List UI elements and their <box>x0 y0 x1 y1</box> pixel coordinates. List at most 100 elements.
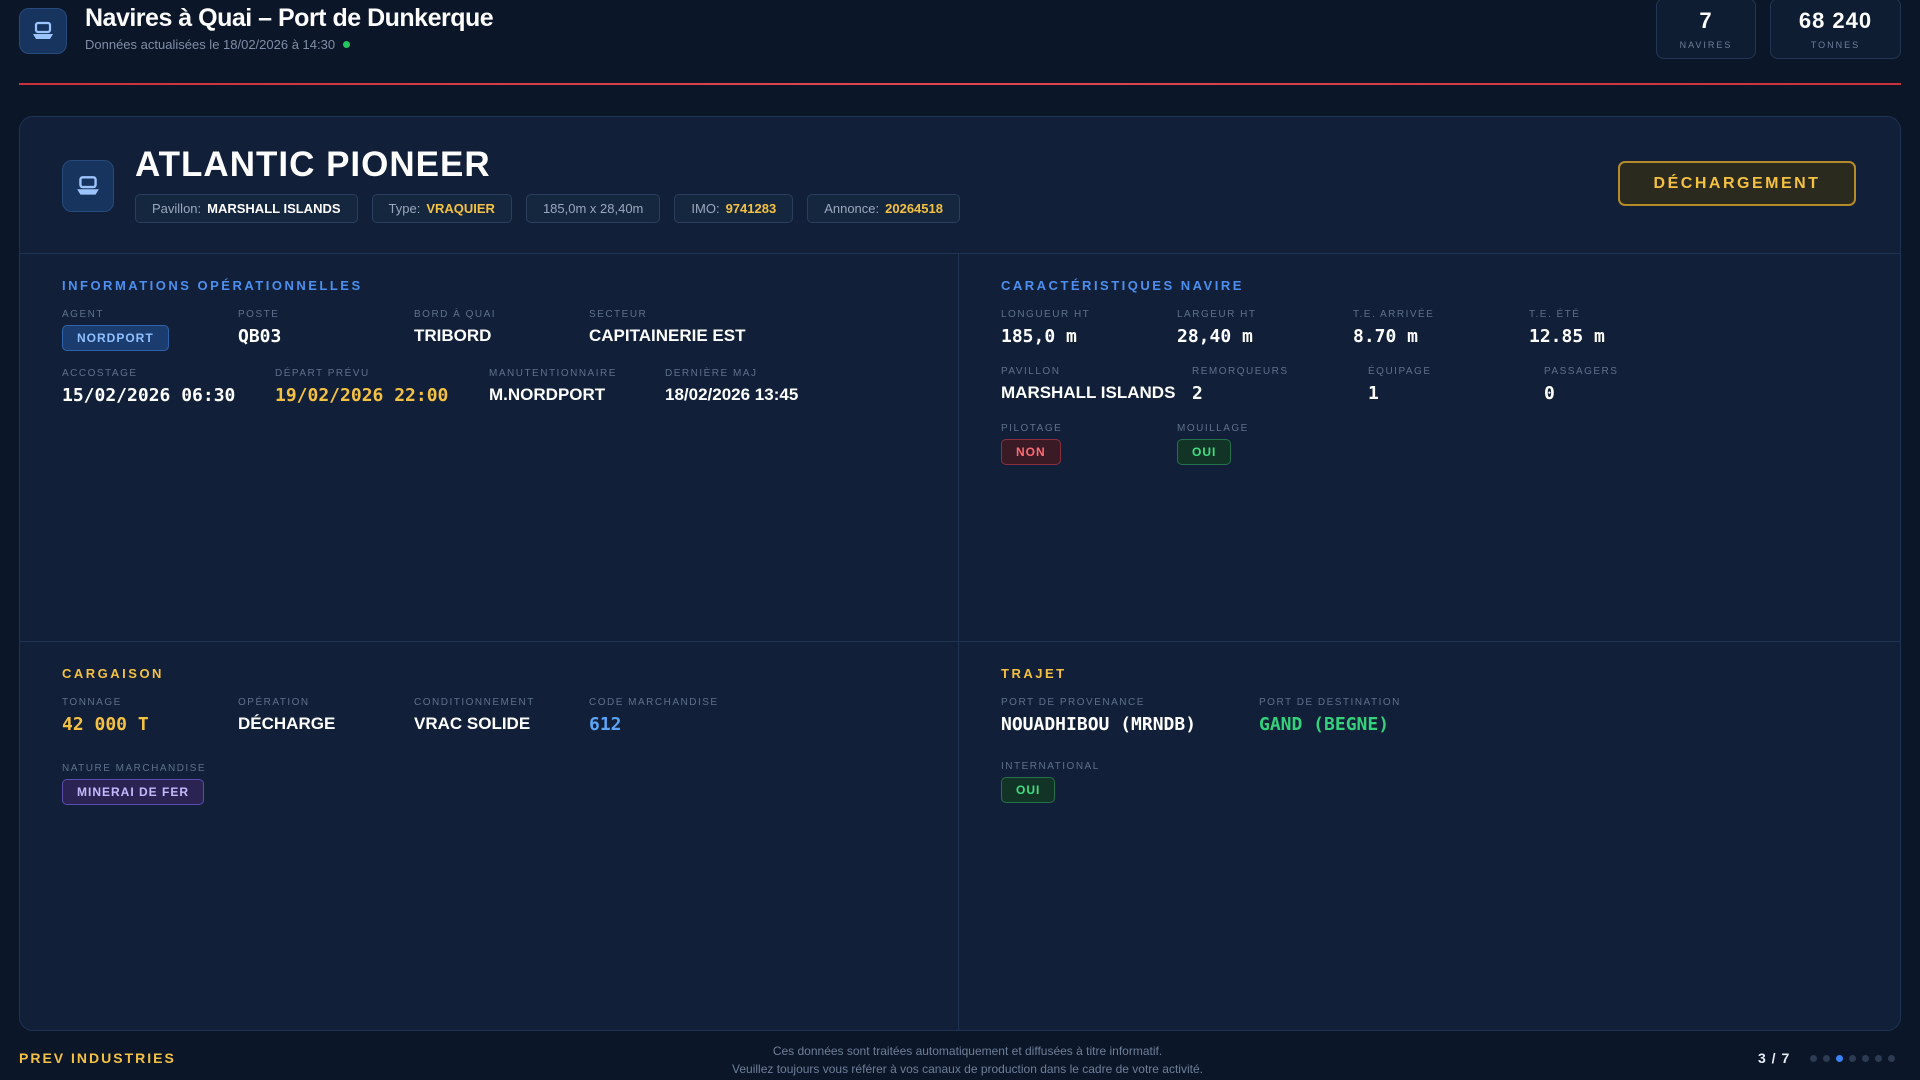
field-passagers: PASSAGERS 0 <box>1544 366 1618 404</box>
remorqueurs-label: REMORQUEURS <box>1192 366 1289 377</box>
update-text: Données actualisées le 18/02/2026 à 14:3… <box>85 37 336 52</box>
operation-status-badge: DÉCHARGEMENT <box>1618 161 1856 206</box>
nature-tag: MINERAI DE FER <box>62 779 205 805</box>
stat-tonnes-label: TONNES <box>1810 39 1861 50</box>
chip-type: Type: VRAQUIER <box>371 194 512 223</box>
bord-value: TRIBORD <box>414 326 492 345</box>
te-arrivee-value: 8.70 m <box>1353 326 1419 347</box>
field-te-ete: T.E. ÉTÉ 12.85 m <box>1529 309 1605 347</box>
stat-vessels: 7 NAVIRES <box>1656 0 1756 59</box>
secteur-value: CAPITAINERIE EST <box>589 326 746 345</box>
chip-imo-label: IMO: <box>691 201 720 216</box>
cargo-title: CARGAISON <box>62 666 164 681</box>
live-status-dot <box>343 41 351 48</box>
chip-pavillon-label: Pavillon: <box>152 201 202 216</box>
passagers-label: PASSAGERS <box>1544 366 1619 377</box>
chip-dimensions: 185,0m x 28,40m <box>525 194 661 223</box>
pagination-dot[interactable] <box>1810 1055 1817 1062</box>
chip-type-value: VRAQUIER <box>426 201 495 216</box>
provenance-label: PORT DE PROVENANCE <box>1001 697 1145 708</box>
accostage-label: ACCOSTAGE <box>62 368 138 379</box>
chip-imo: IMO: 9741283 <box>674 194 794 223</box>
page-title: Navires à Quai – Port de Dunkerque <box>85 4 494 32</box>
poste-label: POSTE <box>238 309 280 320</box>
field-remorqueurs: REMORQUEURS 2 <box>1192 366 1289 404</box>
operation-label: OPÉRATION <box>238 697 310 708</box>
field-depart: DÉPART PRÉVU 19/02/2026 22:00 <box>275 368 448 406</box>
footer-disclaimer: Ces données sont traitées automatiquemen… <box>600 1042 1335 1078</box>
international-tag: OUI <box>1001 777 1056 803</box>
field-derniere-maj: DERNIÈRE MAJ 18/02/2026 13:45 <box>665 368 798 405</box>
field-manutentionnaire: MANUTENTIONNAIRE M.NORDPORT <box>489 368 617 405</box>
equipage-label: ÉQUIPAGE <box>1368 366 1432 377</box>
longueur-label: LONGUEUR HT <box>1001 309 1091 320</box>
field-nature: NATURE MARCHANDISE MINERAI DE FER <box>62 763 206 805</box>
te-arrivee-label: T.E. ARRIVÉE <box>1353 309 1435 320</box>
conditionnement-label: CONDITIONNEMENT <box>414 697 535 708</box>
field-mouillage: MOUILLAGE OUI <box>1177 423 1249 465</box>
field-bord: BORD À QUAI TRIBORD <box>414 309 496 346</box>
stat-tonnes: 68 240 TONNES <box>1770 0 1901 59</box>
pagination-dot[interactable] <box>1836 1055 1843 1062</box>
pagination-dot[interactable] <box>1875 1055 1882 1062</box>
field-poste: POSTE QB03 <box>238 309 281 347</box>
chip-pavillon: Pavillon: MARSHALL ISLANDS <box>135 194 358 223</box>
header-divider <box>19 83 1901 85</box>
ship-icon <box>33 21 53 39</box>
pagination-dot[interactable] <box>1888 1055 1895 1062</box>
pagination-dot[interactable] <box>1823 1055 1830 1062</box>
depart-label: DÉPART PRÉVU <box>275 368 370 379</box>
field-operation: OPÉRATION DÉCHARGE <box>238 697 335 734</box>
poste-value: QB03 <box>238 326 282 347</box>
field-tonnage: TONNAGE 42 000 T <box>62 697 149 735</box>
pavillon-value: MARSHALL ISLANDS <box>1001 383 1176 402</box>
field-conditionnement: CONDITIONNEMENT VRAC SOLIDE <box>414 697 535 734</box>
pagination-dot[interactable] <box>1849 1055 1856 1062</box>
field-agent: AGENT NORDPORT <box>62 309 169 351</box>
depart-value: 19/02/2026 22:00 <box>275 385 449 406</box>
vessel-badge <box>62 160 114 212</box>
maj-label: DERNIÈRE MAJ <box>665 368 758 379</box>
provenance-value: NOUADHIBOU (MRNDB) <box>1001 714 1197 735</box>
bord-label: BORD À QUAI <box>414 309 497 320</box>
chip-annonce-value: 20264518 <box>885 201 943 216</box>
route-title: TRAJET <box>1001 666 1067 681</box>
operations-title: INFORMATIONS OPÉRATIONNELLES <box>62 278 363 293</box>
field-accostage: ACCOSTAGE 15/02/2026 06:30 <box>62 368 235 406</box>
te-ete-value: 12.85 m <box>1529 326 1605 347</box>
conditionnement-value: VRAC SOLIDE <box>414 714 531 733</box>
chip-dimensions-value: 185,0m x 28,40m <box>542 201 644 216</box>
largeur-value: 28,40 m <box>1177 326 1253 347</box>
field-destination: PORT DE DESTINATION GAND (BEGNE) <box>1259 697 1401 735</box>
column-divider <box>958 254 959 1030</box>
update-timestamp: Données actualisées le 18/02/2026 à 14:3… <box>85 37 351 52</box>
agent-label: AGENT <box>62 309 104 320</box>
field-longueur: LONGUEUR HT 185,0 m <box>1001 309 1090 347</box>
vessel-name: ATLANTIC PIONEER <box>135 145 491 184</box>
field-provenance: PORT DE PROVENANCE NOUADHIBOU (MRNDB) <box>1001 697 1196 735</box>
destination-value: GAND (BEGNE) <box>1259 714 1390 735</box>
vessel-chips: Pavillon: MARSHALL ISLANDS Type: VRAQUIE… <box>135 194 960 223</box>
field-largeur: LARGEUR HT 28,40 m <box>1177 309 1256 347</box>
app-logo <box>19 8 67 54</box>
pilotage-label: PILOTAGE <box>1001 423 1063 434</box>
field-equipage: ÉQUIPAGE 1 <box>1368 366 1432 404</box>
chip-pavillon-value: MARSHALL ISLANDS <box>207 201 341 216</box>
pagination-dot[interactable] <box>1862 1055 1869 1062</box>
field-secteur: SECTEUR CAPITAINERIE EST <box>589 309 745 346</box>
tonnage-label: TONNAGE <box>62 697 122 708</box>
field-international: INTERNATIONAL OUI <box>1001 761 1100 803</box>
page-indicator: 3 / 7 <box>1758 1050 1791 1066</box>
disclaimer-line-2: Veuillez toujours vous référer à vos can… <box>732 1062 1203 1076</box>
code-value: 612 <box>589 714 622 735</box>
header: Navires à Quai – Port de Dunkerque Donné… <box>0 0 1920 84</box>
field-pavillon: PAVILLON MARSHALL ISLANDS <box>1001 366 1175 403</box>
manut-label: MANUTENTIONNAIRE <box>489 368 617 379</box>
international-label: INTERNATIONAL <box>1001 761 1100 772</box>
remorqueurs-value: 2 <box>1192 383 1203 404</box>
secteur-label: SECTEUR <box>589 309 648 320</box>
pilotage-tag: NON <box>1001 439 1061 465</box>
longueur-value: 185,0 m <box>1001 326 1077 347</box>
destination-label: PORT DE DESTINATION <box>1259 697 1401 708</box>
equipage-value: 1 <box>1368 383 1379 404</box>
